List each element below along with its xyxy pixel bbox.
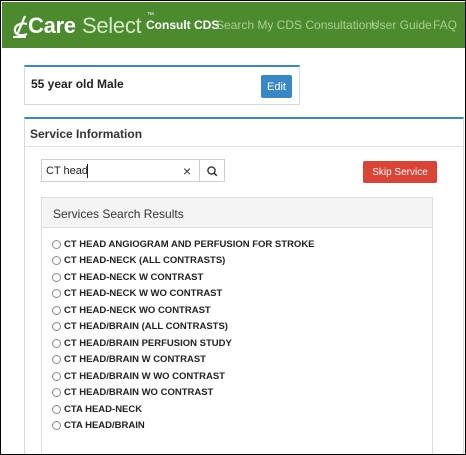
- radio-button[interactable]: [52, 272, 61, 282]
- result-label: CT HEAD/BRAIN W CONTRAST: [64, 354, 206, 366]
- result-label: CT HEAD/BRAIN WO CONTRAST: [64, 387, 214, 399]
- radio-button[interactable]: [52, 289, 61, 299]
- nav-search-consultations[interactable]: Search My CDS Consultations: [216, 18, 378, 32]
- service-information-panel: Service Information × Skip Service Servi…: [24, 117, 464, 454]
- app-window: Care Select ™ Consult CDS Search My CDS …: [0, 0, 466, 455]
- skip-service-button[interactable]: Skip Service: [363, 161, 437, 183]
- result-label: CT HEAD/BRAIN PERFUSION STUDY: [64, 337, 232, 349]
- panel-heading: Service Information: [25, 119, 463, 147]
- result-item[interactable]: CT HEAD-NECK W CONTRAST: [52, 269, 422, 286]
- service-information-title: Service Information: [30, 127, 143, 141]
- radio-button[interactable]: [52, 305, 61, 315]
- result-item[interactable]: CT HEAD ANGIOGRAM AND PERFUSION FOR STRO…: [52, 236, 422, 253]
- result-label: CT HEAD/BRAIN W WO CONTRAST: [64, 370, 225, 382]
- nav-consult-cds[interactable]: Consult CDS: [146, 18, 219, 32]
- service-search-input[interactable]: [46, 162, 176, 180]
- patient-summary: 55 year old Male: [31, 77, 124, 91]
- result-item[interactable]: CTA HEAD/BRAIN: [52, 418, 422, 435]
- edit-patient-button[interactable]: Edit: [261, 75, 292, 98]
- result-label: CTA HEAD-NECK: [64, 403, 143, 415]
- result-label: CT HEAD/BRAIN (ALL CONTRASTS): [64, 321, 228, 333]
- logo-care-text: Care: [28, 13, 76, 38]
- logo-select-text: Select: [82, 13, 142, 38]
- service-search-box: ×: [41, 159, 200, 182]
- result-label: CT HEAD-NECK W CONTRAST: [64, 271, 204, 283]
- clear-icon[interactable]: ×: [183, 163, 191, 179]
- result-item[interactable]: CTA HEAD-NECK: [52, 401, 422, 418]
- patient-card: 55 year old Male Edit: [24, 65, 300, 105]
- result-item[interactable]: CT HEAD/BRAIN W CONTRAST: [52, 352, 422, 369]
- search-results-panel: Services Search Results CT HEAD ANGIOGRA…: [41, 197, 433, 454]
- results-heading-text: Services Search Results: [53, 207, 184, 221]
- result-item[interactable]: CT HEAD-NECK W WO CONTRAST: [52, 286, 422, 303]
- top-navbar: Care Select ™ Consult CDS Search My CDS …: [2, 2, 465, 48]
- result-item[interactable]: CT HEAD/BRAIN WO CONTRAST: [52, 385, 422, 402]
- result-label: CTA HEAD/BRAIN: [64, 420, 145, 432]
- result-label: CT HEAD-NECK (ALL CONTRASTS): [64, 255, 226, 267]
- result-item[interactable]: CT HEAD-NECK (ALL CONTRASTS): [52, 253, 422, 270]
- nav-user-guide[interactable]: User Guide: [371, 18, 432, 32]
- result-item[interactable]: CT HEAD-NECK WO CONTRAST: [52, 302, 422, 319]
- radio-button[interactable]: [52, 338, 61, 348]
- search-button[interactable]: [200, 159, 225, 182]
- nav-faq[interactable]: FAQ: [433, 18, 457, 32]
- result-list: CT HEAD ANGIOGRAM AND PERFUSION FOR STRO…: [52, 236, 422, 434]
- radio-button[interactable]: [52, 355, 61, 365]
- radio-button[interactable]: [52, 421, 61, 431]
- result-label: CT HEAD ANGIOGRAM AND PERFUSION FOR STRO…: [64, 238, 315, 250]
- result-item[interactable]: CT HEAD/BRAIN (ALL CONTRASTS): [52, 319, 422, 336]
- results-heading: Services Search Results: [42, 198, 432, 228]
- radio-button[interactable]: [52, 239, 61, 249]
- radio-button[interactable]: [52, 388, 61, 398]
- radio-button[interactable]: [52, 371, 61, 381]
- result-label: CT HEAD-NECK WO CONTRAST: [64, 304, 211, 316]
- result-item[interactable]: CT HEAD/BRAIN W WO CONTRAST: [52, 368, 422, 385]
- result-item[interactable]: CT HEAD/BRAIN PERFUSION STUDY: [52, 335, 422, 352]
- radio-button[interactable]: [52, 256, 61, 266]
- radio-button[interactable]: [52, 322, 61, 332]
- result-label: CT HEAD-NECK W WO CONTRAST: [64, 288, 223, 300]
- text-cursor: [87, 164, 88, 178]
- search-icon: [207, 166, 218, 177]
- radio-button[interactable]: [52, 404, 61, 414]
